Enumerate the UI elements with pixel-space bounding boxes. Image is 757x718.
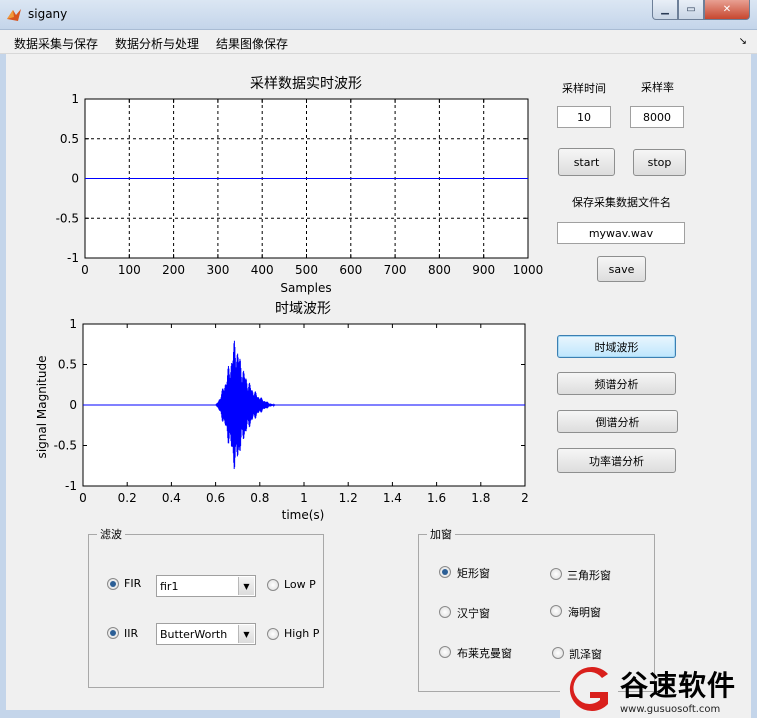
plot2-title: 时域波形 bbox=[275, 301, 331, 317]
stop-button[interactable]: stop bbox=[633, 149, 686, 176]
brand-url: www.gusuosoft.com bbox=[620, 704, 721, 715]
x-tick-label: 300 bbox=[206, 263, 229, 277]
fir-select-value: fir1 bbox=[160, 580, 179, 593]
iir-select[interactable]: ButterWorth ▼ bbox=[156, 623, 256, 645]
x-tick-label: 200 bbox=[162, 263, 185, 277]
brand-name: 谷速软件 bbox=[620, 669, 737, 702]
x-tick-label: 0.4 bbox=[162, 491, 181, 505]
x-tick-label: 400 bbox=[251, 263, 274, 277]
triangle-window-radio[interactable] bbox=[550, 568, 562, 580]
x-tick-label: 1.8 bbox=[471, 491, 490, 505]
power-spectrum-button[interactable]: 功率谱分析 bbox=[557, 448, 676, 473]
x-tick-label: 1.4 bbox=[383, 491, 402, 505]
start-button[interactable]: start bbox=[558, 148, 615, 176]
x-tick-label: 1 bbox=[300, 491, 308, 505]
rect-window-radio[interactable] bbox=[439, 566, 451, 578]
y-tick-label: -1 bbox=[67, 251, 79, 265]
chevron-down-icon: ▼ bbox=[238, 577, 254, 595]
hanning-window-radio[interactable] bbox=[439, 606, 451, 618]
x-tick-label: 1.2 bbox=[339, 491, 358, 505]
save-button[interactable]: save bbox=[597, 256, 646, 282]
x-tick-label: 100 bbox=[118, 263, 141, 277]
x-tick-label: 900 bbox=[472, 263, 495, 277]
triangle-window-label: 三角形窗 bbox=[567, 569, 611, 582]
hamming-window-label: 海明窗 bbox=[568, 606, 601, 619]
iir-label: IIR bbox=[124, 627, 139, 640]
plot1-xlabel: Samples bbox=[280, 281, 331, 295]
filter-legend: 滤波 bbox=[100, 528, 122, 541]
blackman-window-label: 布莱克曼窗 bbox=[457, 647, 512, 660]
x-tick-label: 1000 bbox=[513, 263, 544, 277]
window-legend: 加窗 bbox=[430, 528, 452, 541]
y-tick-label: -0.5 bbox=[54, 439, 77, 453]
x-tick-label: 500 bbox=[295, 263, 318, 277]
watermark: 谷速软件 www.gusuosoft.com bbox=[560, 660, 757, 718]
plot2-ylabel: signal Magnitude bbox=[35, 356, 49, 459]
y-tick-label: 0.5 bbox=[58, 358, 77, 372]
y-tick-label: -1 bbox=[65, 479, 77, 493]
x-tick-label: 800 bbox=[428, 263, 451, 277]
iir-radio[interactable] bbox=[107, 627, 119, 639]
kaiser-window-radio[interactable] bbox=[552, 647, 564, 659]
fir-select[interactable]: fir1 ▼ bbox=[156, 575, 256, 597]
brand-logo-icon bbox=[560, 660, 618, 718]
x-tick-label: 0.6 bbox=[206, 491, 225, 505]
y-tick-label: 1 bbox=[69, 317, 77, 331]
iir-select-value: ButterWorth bbox=[160, 628, 228, 641]
x-tick-label: 600 bbox=[339, 263, 362, 277]
y-tick-label: 0 bbox=[69, 398, 77, 412]
x-tick-label: 1.6 bbox=[427, 491, 446, 505]
filter-group: 滤波 bbox=[88, 526, 324, 688]
x-tick-label: 2 bbox=[521, 491, 529, 505]
y-tick-label: 0 bbox=[71, 172, 79, 186]
chevron-down-icon: ▼ bbox=[238, 625, 254, 643]
x-tick-label: 0 bbox=[81, 263, 89, 277]
hanning-window-label: 汉宁窗 bbox=[457, 607, 490, 620]
lowpass-radio[interactable] bbox=[267, 579, 279, 591]
filename-input[interactable]: mywav.wav bbox=[557, 222, 685, 244]
rect-window-label: 矩形窗 bbox=[457, 567, 490, 580]
window-frame-bottom bbox=[0, 710, 560, 718]
spectrum-analysis-button[interactable]: 频谱分析 bbox=[557, 372, 676, 395]
sample-time-label: 采样时间 bbox=[562, 82, 606, 95]
fir-label: FIR bbox=[124, 577, 142, 590]
filename-label: 保存采集数据文件名 bbox=[572, 196, 671, 209]
x-tick-label: 0.8 bbox=[250, 491, 269, 505]
lowpass-label: Low P bbox=[284, 578, 316, 591]
x-tick-label: 700 bbox=[384, 263, 407, 277]
sample-time-input[interactable]: 10 bbox=[557, 106, 611, 128]
plot1-title: 采样数据实时波形 bbox=[250, 76, 362, 92]
x-tick-label: 0.2 bbox=[118, 491, 137, 505]
y-tick-label: 0.5 bbox=[60, 132, 79, 146]
y-tick-label: -0.5 bbox=[56, 211, 79, 225]
sample-rate-input[interactable]: 8000 bbox=[630, 106, 684, 128]
blackman-window-radio[interactable] bbox=[439, 646, 451, 658]
y-tick-label: 1 bbox=[71, 92, 79, 106]
hamming-window-radio[interactable] bbox=[550, 605, 562, 617]
highpass-label: High P bbox=[284, 627, 320, 640]
plot2-xlabel: time(s) bbox=[282, 508, 325, 522]
highpass-radio[interactable] bbox=[267, 628, 279, 640]
fir-radio[interactable] bbox=[107, 578, 119, 590]
time-domain-button[interactable]: 时域波形 bbox=[557, 335, 676, 358]
cepstrum-analysis-button[interactable]: 倒谱分析 bbox=[557, 410, 678, 433]
sample-rate-label: 采样率 bbox=[641, 81, 674, 94]
x-tick-label: 0 bbox=[79, 491, 87, 505]
